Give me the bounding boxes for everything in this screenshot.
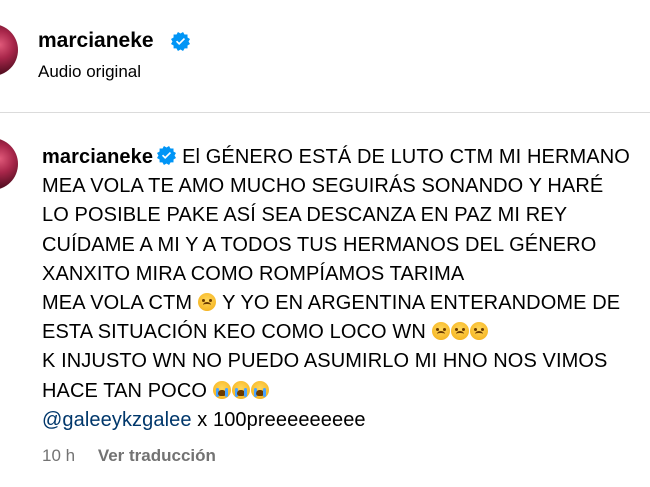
- avatar[interactable]: [0, 24, 18, 76]
- comment-line: CUÍDAME A MI Y A TODOS TUS HERMANOS DEL …: [42, 233, 597, 256]
- disappointed-face-icon: [450, 322, 469, 341]
- timestamp: 10 h: [42, 446, 76, 465]
- comment-line: marcianeke El GÉNERO ESTÁ DE LUTO CTM MI …: [42, 143, 650, 172]
- verified-badge-icon: [171, 32, 190, 51]
- comment-avatar[interactable]: [0, 138, 18, 190]
- comment-line: LO POSIBLE PAKE ASÍ SEA DESCANZA EN PAZ …: [42, 204, 568, 227]
- post-detail: marcianeke Audio original marcianeke El G…: [0, 0, 650, 487]
- divider: [0, 112, 650, 113]
- comment-text: HACE TAN POCO: [42, 379, 208, 402]
- verified-badge-icon: [157, 146, 177, 165]
- comment-line: XANXITO MIRA COMO ROMPÍAMOS TARIMA: [42, 262, 465, 285]
- crying-face-icon: [212, 380, 231, 399]
- comment-line: HACE TAN POCO: [42, 377, 650, 406]
- comment-text: Y YO EN ARGENTINA ENTERANDOME DE: [222, 291, 621, 314]
- mention-link[interactable]: @galeeykzgalee: [42, 409, 192, 431]
- crying-face-icon: [231, 380, 250, 399]
- audio-link[interactable]: Audio original: [38, 62, 141, 82]
- post-username[interactable]: marcianeke: [38, 29, 154, 53]
- comment-text: x 100preeeeeeeee: [191, 408, 366, 431]
- comment-line: MEA VOLA CTM Y YO EN ARGENTINA ENTERANDO…: [42, 289, 650, 318]
- disappointed-face-icon: [431, 322, 450, 341]
- comment-body: marcianeke El GÉNERO ESTÁ DE LUTO CTM MI …: [42, 143, 650, 435]
- crying-face-icon: [250, 380, 269, 399]
- comment-text: El GÉNERO ESTÁ DE LUTO CTM MI HERMANO: [182, 146, 630, 168]
- comment-line: K INJUSTO WN NO PUEDO ASUMIRLO MI HNO NO…: [42, 350, 608, 373]
- comment-line: ESTA SITUACIÓN KEO COMO LOCO WN: [42, 318, 650, 347]
- comment-username[interactable]: marcianeke: [42, 146, 153, 168]
- comment-line: @galeeykzgalee x 100preeeeeeeee: [42, 406, 650, 435]
- comment-text: MEA VOLA CTM: [42, 291, 193, 314]
- translate-button[interactable]: Ver traducción: [98, 446, 216, 465]
- disappointed-face-icon: [197, 292, 216, 311]
- comment-meta: 10 h Ver traducción: [42, 446, 216, 466]
- comment-text: ESTA SITUACIÓN KEO COMO LOCO WN: [42, 321, 426, 344]
- comment-line: MEA VOLA TE AMO MUCHO SEGUIRÁS SONANDO Y…: [42, 175, 604, 198]
- disappointed-face-icon: [469, 322, 488, 341]
